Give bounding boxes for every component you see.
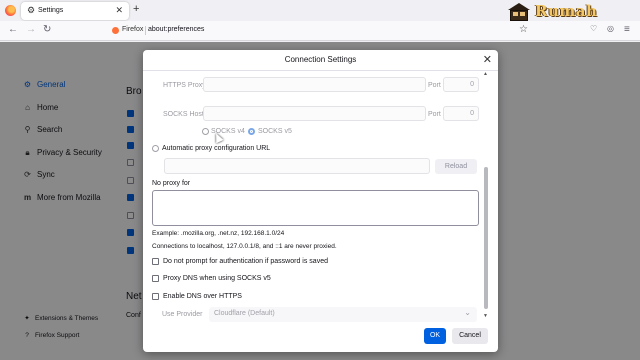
dialog-scrollbar[interactable]: ▲ ▼ [482,71,490,321]
close-icon[interactable]: ✕ [483,53,492,66]
https-proxy-label: HTTPS Proxy [163,82,206,89]
menu-icon[interactable]: ≡ [624,24,630,35]
connection-settings-dialog: Connection Settings ✕ HTTPS Proxy Port 0… [143,50,498,352]
house-icon [508,3,530,21]
tab-bar: ⚙ Settings ✕ + Rumah Code [0,0,640,38]
identity-box[interactable]: Firefox [110,25,144,37]
provider-select[interactable]: Cloudflare (Default) ⌄ [209,307,477,322]
url-text[interactable]: about:preferences [148,26,204,33]
identity-label: Firefox [122,26,144,33]
close-tab-icon[interactable]: ✕ [115,5,123,16]
firefox-icon [112,27,119,34]
https-port-input[interactable]: 0 [443,77,479,92]
auto-proxy-radio[interactable] [152,145,159,152]
chevron-down-icon: ⌄ [464,308,471,317]
auto-proxy-url-input[interactable] [164,158,430,174]
scroll-down-icon[interactable]: ▼ [483,313,488,319]
dialog-title: Connection Settings [284,55,357,64]
socks-host-label: SOCKS Host [163,111,204,118]
gear-icon: ⚙ [27,5,36,15]
watermark-logo: Rumah Code [508,1,638,38]
new-tab-icon[interactable]: + [133,3,139,15]
dns-over-https-label: Enable DNS over HTTPS [163,293,242,300]
socks-v5-radio[interactable] [248,128,255,135]
no-proxy-example: Example: .mozilla.org, .net.nz, 192.168.… [152,230,285,237]
url-bar[interactable]: Firefox about:preferences ☆ [107,23,537,39]
firefox-menu-icon[interactable] [5,5,16,16]
scroll-up-icon[interactable]: ▲ [483,71,488,77]
cancel-button[interactable]: Cancel [452,328,488,344]
url-divider [145,26,146,35]
reload-button[interactable]: Reload [435,159,477,174]
auto-proxy-label: Automatic proxy configuration URL [162,145,271,152]
socks-port-label: Port [428,111,441,118]
account-icon[interactable]: ◎ [607,24,614,33]
scrollbar-thumb[interactable] [484,167,488,309]
dialog-body: HTTPS Proxy Port 0 SOCKS Host Port 0 SOC… [143,71,498,322]
socks-host-input[interactable] [203,106,426,121]
no-proxy-textarea[interactable] [152,190,479,226]
use-provider-label: Use Provider [162,311,203,318]
forward-arrow-icon[interactable]: → [26,24,36,35]
no-auth-prompt-label: Do not prompt for authentication if pass… [163,258,328,265]
localhost-note: Connections to localhost, 127.0.0.1/8, a… [152,243,337,250]
socks-port-value: 0 [470,110,474,117]
reload-icon[interactable]: ↻ [43,24,51,35]
tab-settings[interactable]: ⚙ Settings ✕ [21,2,129,20]
proxy-dns-checkbox[interactable] [152,275,159,282]
socks-v5-label: SOCKS v5 [258,128,292,135]
dns-over-https-checkbox[interactable] [152,293,159,300]
socks-port-input[interactable]: 0 [443,106,479,121]
socks-v4-radio[interactable] [202,128,209,135]
no-auth-prompt-checkbox[interactable] [152,258,159,265]
back-arrow-icon[interactable]: ← [8,24,18,35]
https-proxy-input[interactable] [203,77,426,92]
https-port-value: 0 [470,81,474,88]
navigation-bar: ← → ↻ Firefox about:preferences ☆ ♡ ◎ ≡ [0,21,640,41]
bookmark-star-icon[interactable]: ☆ [519,24,528,35]
no-proxy-label: No proxy for [152,180,191,187]
pocket-icon[interactable]: ♡ [590,24,597,33]
ok-button[interactable]: OK [424,328,446,344]
provider-value: Cloudflare (Default) [214,310,275,317]
https-port-label: Port [428,82,441,89]
tab-title: Settings [38,7,64,14]
proxy-dns-label: Proxy DNS when using SOCKS v5 [163,275,271,282]
